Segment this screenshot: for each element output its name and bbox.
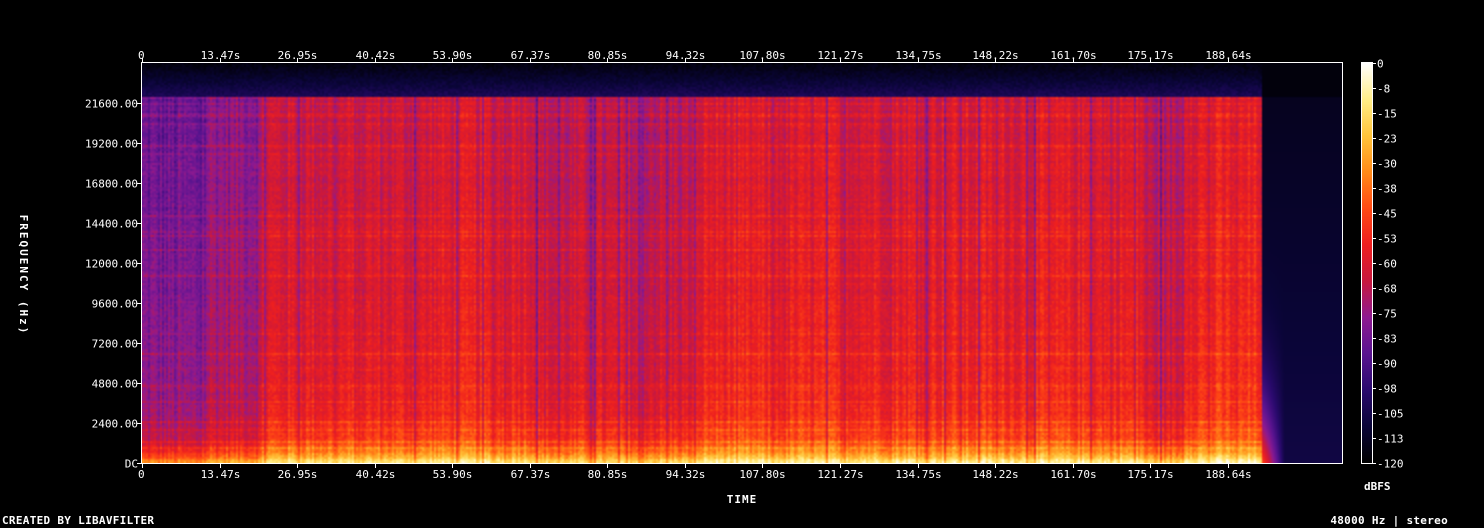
x-tick-label-bottom: 188.64s (1205, 468, 1251, 481)
x-tick-label-bottom: 67.37s (511, 468, 551, 481)
y-tick-label: 7200.00 (92, 338, 138, 351)
colorbar (1361, 62, 1373, 464)
x-tick-label-top: 175.17s (1127, 49, 1173, 62)
x-tick-label-top: 121.27s (817, 49, 863, 62)
x-tick-label-top: 80.85s (588, 49, 628, 62)
colorbar-ticks: 0 -8 -15 -23 -30 -38 -45 -53 -60 -68 -75 -83 -90 -98 -… (1372, 58, 1404, 471)
colorbar-tick-label: -90 (1377, 358, 1397, 371)
colorbar-tick-label: -68 (1377, 283, 1397, 296)
x-tick-label-bottom: 13.47s (201, 468, 241, 481)
x-tick-label-bottom: 161.70s (1050, 468, 1096, 481)
x-tick-label-bottom: 148.22s (972, 468, 1018, 481)
x-tick-label-top: 107.80s (739, 49, 785, 62)
x-tick-label-top: 13.47s (201, 49, 241, 62)
colorbar-tick-label: -8 (1377, 83, 1390, 96)
colorbar-tick-label: -23 (1377, 133, 1397, 146)
y-tick-label: 21600.00 (85, 98, 138, 111)
colorbar-tick-label: -120 (1377, 458, 1404, 471)
x-tick-label-top: 40.42s (356, 49, 396, 62)
x-axis-label: TIME (727, 493, 758, 506)
audio-format-text: 48000 Hz | stereo (1330, 514, 1448, 527)
x-tick-label-bottom: 0 (138, 468, 145, 481)
colorbar-tick-label: -15 (1377, 108, 1397, 121)
colorbar-tick-label: -98 (1377, 383, 1397, 396)
colorbar-tick-label: -105 (1377, 408, 1404, 421)
y-tick-label: 9600.00 (92, 298, 138, 311)
colorbar-tick-label: -113 (1377, 433, 1404, 446)
spectrogram-heatmap (142, 63, 1342, 463)
x-tick-label-bottom: 175.17s (1127, 468, 1173, 481)
x-tick-label-top: 188.64s (1205, 49, 1251, 62)
x-tick-label-bottom: 53.90s (433, 468, 473, 481)
y-tick-label: 14400.00 (85, 218, 138, 231)
x-tick-label-bottom: 107.80s (739, 468, 785, 481)
x-tick-label-top: 148.22s (972, 49, 1018, 62)
y-tick-label: 19200.00 (85, 138, 138, 151)
x-tick-label-top: 53.90s (433, 49, 473, 62)
x-tick-label-top: 161.70s (1050, 49, 1096, 62)
x-axis-bottom: 0 13.47s 26.95s 40.42s 53.90s 67.37s 80.85s 94.… (138, 463, 1252, 481)
x-tick-label-top: 26.95s (278, 49, 318, 62)
y-axis-label: FREQUENCY (Hz) (17, 215, 30, 336)
y-axis: DC 2400.00 4800.00 7200.00 9600.00 12000.00 14… (85, 98, 142, 471)
x-tick-label-top: 94.32s (666, 49, 706, 62)
colorbar-tick-label: -38 (1377, 183, 1397, 196)
colorbar-tick-label: -45 (1377, 208, 1397, 221)
y-tick-label: 4800.00 (92, 378, 138, 391)
colorbar-tick-label: -75 (1377, 308, 1397, 321)
colorbar-gradient (1362, 63, 1372, 463)
x-tick-label-bottom: 134.75s (895, 468, 941, 481)
x-axis-top: 0 13.47s 26.95s 40.42s 53.90s 67.37s 80.85s 94.… (138, 49, 1252, 63)
spectrogram-plot-area (141, 62, 1343, 464)
x-tick-label-bottom: 26.95s (278, 468, 318, 481)
colorbar-tick-label: -30 (1377, 158, 1397, 171)
y-tick-label: 16800.00 (85, 178, 138, 191)
colorbar-tick-label: -83 (1377, 333, 1397, 346)
colorbar-label: dBFS (1364, 480, 1391, 493)
colorbar-tick-label: -53 (1377, 233, 1397, 246)
y-tick-label: 12000.00 (85, 258, 138, 271)
x-tick-label-bottom: 121.27s (817, 468, 863, 481)
x-tick-label-top: 134.75s (895, 49, 941, 62)
x-tick-label-bottom: 94.32s (666, 468, 706, 481)
x-tick-label-bottom: 40.42s (356, 468, 396, 481)
credit-text: CREATED BY LIBAVFILTER (2, 514, 155, 527)
x-tick-label-top: 0 (138, 49, 145, 62)
spectrogram-figure: 0 13.47s 26.95s 40.42s 53.90s 67.37s 80.85s 94.… (17, 49, 1404, 506)
colorbar-tick-label: 0 (1377, 58, 1384, 71)
x-tick-label-bottom: 80.85s (588, 468, 628, 481)
colorbar-tick-label: -60 (1377, 258, 1397, 271)
x-tick-label-top: 67.37s (511, 49, 551, 62)
y-tick-label: 2400.00 (92, 418, 138, 431)
y-tick-label: DC (125, 458, 138, 471)
